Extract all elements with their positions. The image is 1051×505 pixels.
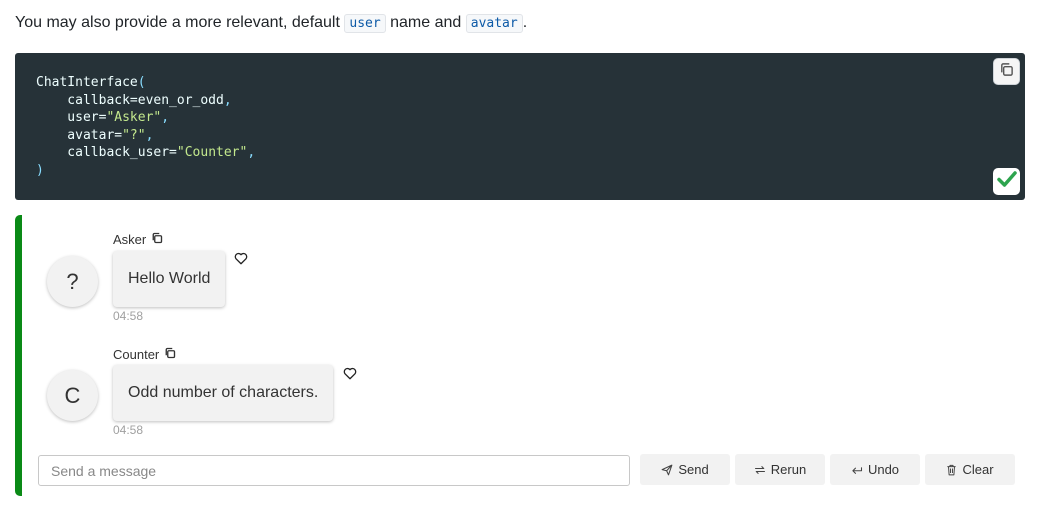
message-user-name: Asker <box>113 232 163 247</box>
heart-icon[interactable] <box>343 367 357 385</box>
undo-button[interactable]: Undo <box>830 454 920 485</box>
rerun-label: Rerun <box>770 462 807 477</box>
code-paren-close: ) <box>36 162 44 178</box>
code-block: ChatInterface( callback=even_or_odd, use… <box>15 53 1025 200</box>
heart-icon[interactable] <box>234 252 248 270</box>
intro-text: You may also provide a more relevant, de… <box>15 12 527 35</box>
code-comma: , <box>145 127 154 143</box>
chat-interface: Asker ? Hello World 04:58 Counter C Odd … <box>15 215 1025 496</box>
message-bubble: Hello World <box>113 251 226 307</box>
intro-before: You may also provide a more relevant, de… <box>15 14 345 31</box>
copied-indicator <box>993 168 1020 195</box>
message-user-label: Counter <box>113 347 160 362</box>
check-icon <box>996 170 1017 193</box>
code-str-avatar: "?" <box>122 127 146 143</box>
message-user-name: Counter <box>113 347 176 362</box>
clear-label: Clear <box>962 462 994 477</box>
code-line-user: user= <box>36 110 107 126</box>
code-comma: , <box>223 92 232 108</box>
send-icon <box>661 464 673 476</box>
intro-middle: name and <box>385 14 466 31</box>
send-button[interactable]: Send <box>640 454 730 485</box>
code-content: ChatInterface( callback=even_or_odd, use… <box>36 74 255 180</box>
code-paren-open: ( <box>137 75 146 90</box>
code-str-user: "Asker" <box>106 110 162 126</box>
rerun-icon <box>754 464 766 476</box>
code-comma: , <box>247 145 256 161</box>
message-input[interactable] <box>38 455 630 486</box>
rerun-button[interactable]: Rerun <box>735 454 825 485</box>
message-timestamp: 04:58 <box>113 423 144 437</box>
code-line-avatar: avatar= <box>36 127 123 143</box>
trash-icon <box>946 464 957 476</box>
intro-code-avatar: avatar <box>465 14 523 33</box>
intro-after: . <box>522 14 528 31</box>
avatar: ? <box>47 256 98 307</box>
intro-code-user: user <box>344 14 386 33</box>
send-label: Send <box>678 462 709 477</box>
avatar: C <box>47 370 98 421</box>
code-line-callback: callback=even_or_odd <box>36 92 224 108</box>
message-user-label: Asker <box>113 232 147 247</box>
code-comma: , <box>161 110 170 126</box>
clear-button[interactable]: Clear <box>925 454 1015 485</box>
copy-code-button[interactable] <box>993 58 1020 85</box>
copy-icon[interactable] <box>151 232 163 247</box>
code-line-callback-user: callback_user= <box>36 145 177 161</box>
copy-icon <box>999 62 1014 82</box>
undo-label: Undo <box>867 462 900 477</box>
message-timestamp: 04:58 <box>113 309 144 323</box>
code-fn: ChatInterface <box>36 75 138 90</box>
message-bubble: Odd number of characters. <box>113 365 334 421</box>
undo-icon <box>851 464 863 476</box>
copy-icon[interactable] <box>164 347 176 362</box>
code-str-callback-user: "Counter" <box>176 145 248 161</box>
